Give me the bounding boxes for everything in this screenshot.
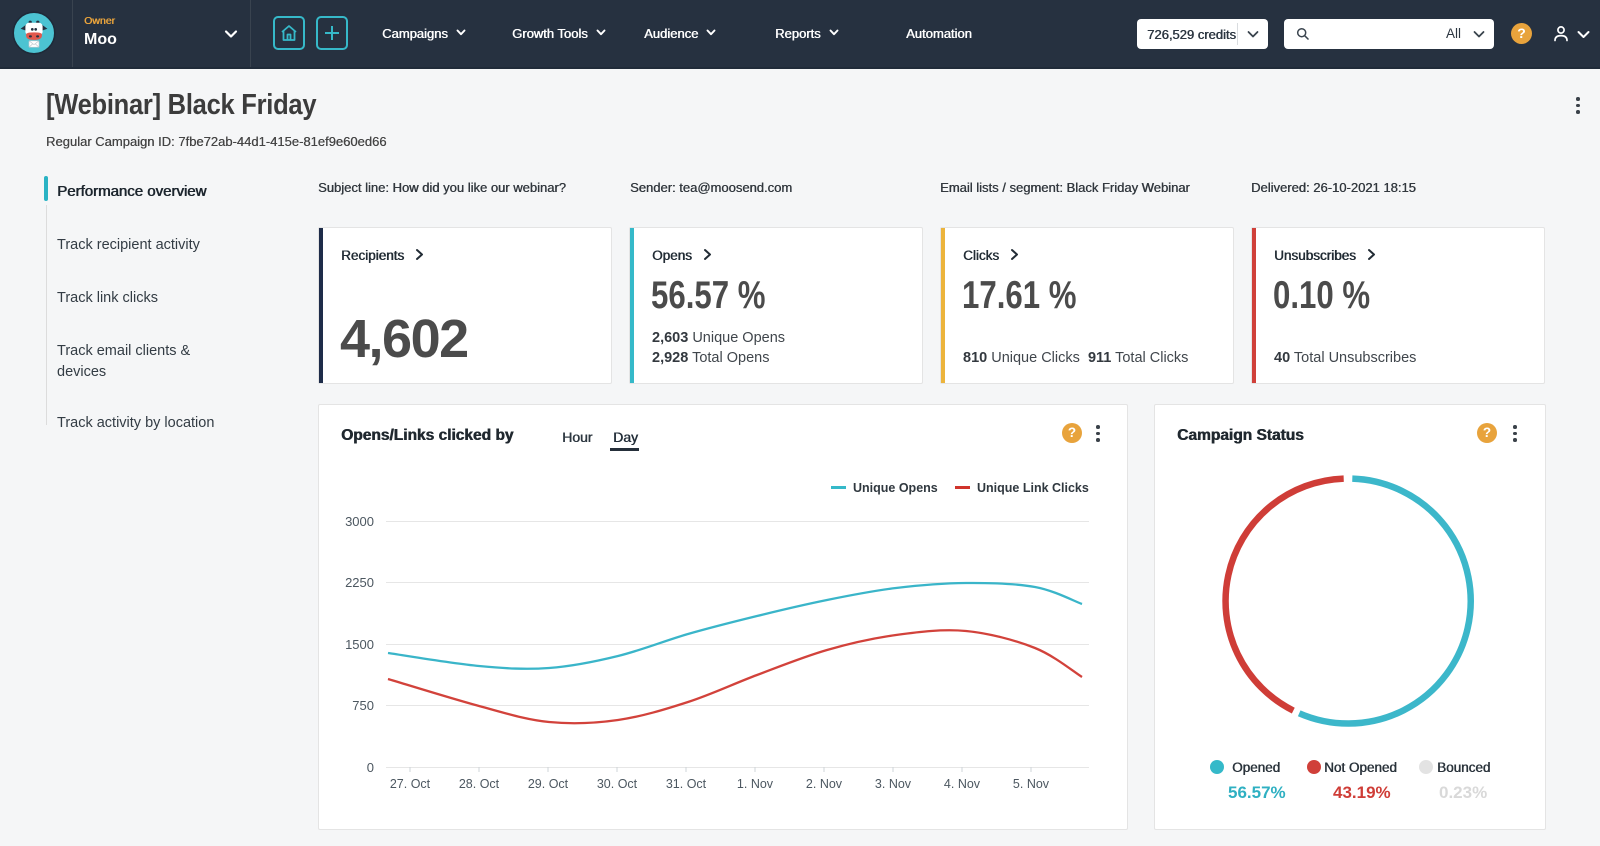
- svg-text:3. Nov: 3. Nov: [875, 777, 912, 791]
- svg-text:28. Oct: 28. Oct: [459, 777, 500, 791]
- svg-text:2250: 2250: [345, 575, 374, 590]
- svg-text:Unique Link Clicks: Unique Link Clicks: [977, 481, 1089, 495]
- svg-text:1. Nov: 1. Nov: [737, 777, 774, 791]
- svg-text:Unique Opens: Unique Opens: [853, 481, 938, 495]
- svg-text:27. Oct: 27. Oct: [390, 777, 431, 791]
- svg-text:3000: 3000: [345, 514, 374, 529]
- svg-text:30. Oct: 30. Oct: [597, 777, 638, 791]
- svg-text:0: 0: [367, 760, 374, 775]
- svg-text:31. Oct: 31. Oct: [666, 777, 707, 791]
- svg-text:2. Nov: 2. Nov: [806, 777, 843, 791]
- svg-text:29. Oct: 29. Oct: [528, 777, 569, 791]
- svg-text:4. Nov: 4. Nov: [944, 777, 981, 791]
- svg-text:5. Nov: 5. Nov: [1013, 777, 1050, 791]
- svg-text:1500: 1500: [345, 637, 374, 652]
- svg-text:750: 750: [352, 698, 374, 713]
